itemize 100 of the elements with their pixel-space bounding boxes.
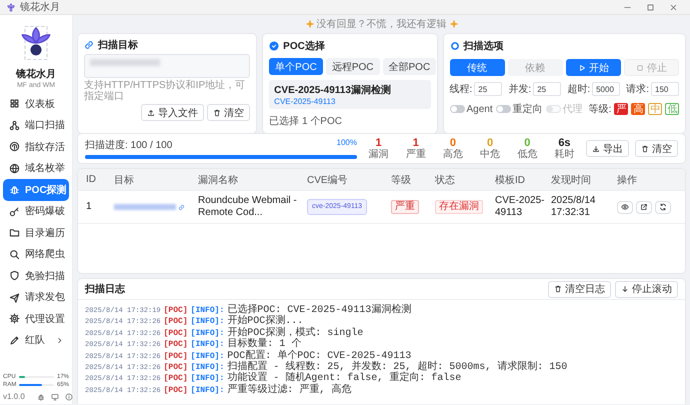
- severity-tag: 严重: [391, 200, 419, 214]
- clear-log-button[interactable]: 清空日志: [548, 280, 611, 298]
- import-file-button[interactable]: 导入文件: [141, 104, 204, 121]
- sidebar-item[interactable]: POC探测: [3, 179, 69, 200]
- panel-title: 扫描日志: [85, 282, 125, 296]
- poc-id: CVE-2025-49113: [274, 97, 336, 106]
- table-cell-text: 1: [86, 201, 93, 213]
- bug-icon: [9, 184, 20, 196]
- app-logo-icon: [6, 2, 16, 12]
- toggle-switch[interactable]: [496, 105, 511, 113]
- column-header: 发现时间: [551, 174, 592, 186]
- column-header: 操作: [617, 174, 638, 186]
- view-button[interactable]: [617, 200, 633, 214]
- log-message: 开始POC探测...: [227, 314, 304, 328]
- trash-icon: [641, 144, 650, 152]
- sidebar-item[interactable]: 仪表板: [3, 93, 69, 114]
- field-label: 等级:: [588, 103, 612, 116]
- clear-button[interactable]: 清空: [207, 104, 250, 121]
- stat-value: 1: [412, 138, 419, 148]
- search-icon: [9, 248, 20, 260]
- arrow-down-icon: [621, 285, 629, 293]
- number-input-field[interactable]: 150: [651, 82, 679, 96]
- open-external-button[interactable]: [636, 200, 652, 214]
- poc-mode-tab[interactable]: 单个POC: [269, 58, 323, 75]
- selected-poc-item[interactable]: CVE-2025-49113漏洞检测 CVE-2025-49113: [269, 80, 430, 109]
- log-module: [POC]: [164, 386, 188, 395]
- log-level: [INFO]:: [190, 306, 224, 315]
- stat-value: 0: [450, 138, 456, 148]
- send-icon: [9, 292, 20, 303]
- stat-label: 中危: [480, 148, 500, 160]
- info-icon: [64, 392, 73, 400]
- column-header: 目标: [114, 174, 135, 186]
- trash-icon: [554, 285, 562, 293]
- globe-icon: [9, 162, 20, 174]
- column-header: 状态: [435, 174, 456, 186]
- stat-value: 6s: [558, 138, 571, 148]
- log-message: 功能设置 - 随机Agent: false, 重定向: false: [227, 371, 462, 384]
- card-title: POC选择: [283, 40, 325, 53]
- toggle-label: 代理: [562, 103, 583, 116]
- number-input-field[interactable]: 5000: [592, 82, 620, 96]
- severity-chip[interactable]: 严: [614, 103, 628, 115]
- toggle-label: Agent: [466, 104, 493, 114]
- window-title: 镜花水月: [20, 0, 60, 14]
- poc-mode-tab[interactable]: 全部POC: [382, 58, 436, 75]
- log-level: [INFO]:: [190, 317, 224, 326]
- sidebar-item[interactable]: 免验扫描: [3, 265, 69, 286]
- export-button[interactable]: 导出: [586, 140, 630, 157]
- sidebar-item[interactable]: 指纹存活: [3, 136, 69, 158]
- progress-percent: 100%: [336, 138, 357, 149]
- app-name: 镜花水月: [16, 68, 56, 81]
- number-input-field[interactable]: 25: [533, 82, 562, 96]
- log-level: [INFO]:: [190, 362, 224, 372]
- fingerprint-icon: [9, 141, 20, 152]
- folder-icon: [9, 227, 20, 238]
- poc-mode-tab[interactable]: 远程POC: [326, 58, 380, 75]
- close-button[interactable]: [669, 2, 678, 12]
- bug-icon: [36, 392, 45, 400]
- sidebar-item[interactable]: 目录遍历: [3, 222, 69, 244]
- log-message: 已选择POC: CVE-2025-49113漏洞检测: [227, 302, 412, 316]
- field-label: 请求:: [626, 82, 649, 96]
- sidebar-item[interactable]: 域名枚举: [3, 158, 69, 179]
- check-circle-icon: [269, 41, 280, 51]
- progress-label: 扫描进度: 100 / 100: [85, 138, 172, 152]
- dashboard-icon: [9, 98, 20, 110]
- stat-label: 低危: [517, 148, 538, 160]
- stop-icon: [636, 64, 644, 72]
- refresh-button[interactable]: [655, 200, 671, 214]
- column-header: 等级: [391, 174, 412, 186]
- ring-icon: [450, 41, 460, 51]
- log-module: [POC]: [164, 317, 188, 326]
- eye-icon: [621, 203, 629, 211]
- sidebar-item[interactable]: 密码爆破: [3, 200, 69, 222]
- sidebar-item[interactable]: 网络爬虫: [3, 244, 69, 265]
- log-module: [POC]: [164, 352, 188, 361]
- log-level: [INFO]:: [190, 386, 224, 395]
- start-button[interactable]: 开始: [566, 59, 621, 76]
- sidebar-item[interactable]: 红队: [3, 330, 69, 351]
- stat-label: 严重: [406, 148, 426, 160]
- settings-icon: [9, 313, 20, 324]
- stop-scroll-button[interactable]: 停止滚动: [615, 280, 678, 298]
- sidebar-item[interactable]: 代理设置: [3, 308, 69, 330]
- target-input-field[interactable]: [84, 54, 250, 78]
- sidebar-item[interactable]: 请求发包: [3, 286, 69, 308]
- sidebar-item[interactable]: 端口扫描: [3, 114, 69, 136]
- link-icon: [178, 204, 185, 210]
- log-level: [INFO]:: [190, 352, 224, 361]
- monitor-icon: [50, 392, 59, 400]
- toggle-switch[interactable]: [450, 105, 464, 113]
- key-icon: [9, 206, 20, 217]
- stat-value: 1: [376, 138, 382, 148]
- hint-text: 支持HTTP/HTTPS协议和IP地址，可指定端口: [84, 80, 246, 102]
- field-label: 超时:: [567, 82, 590, 96]
- scan-mode-tab[interactable]: 传统: [450, 59, 505, 76]
- number-input-field[interactable]: 25: [474, 82, 502, 96]
- maximize-button[interactable]: [646, 2, 655, 12]
- log-message: 目标数量: 1 个: [227, 336, 302, 350]
- clear-button[interactable]: 清空: [635, 140, 678, 157]
- slogan-text: 没有回显？不慌，我还有逻辑: [316, 18, 446, 30]
- upload-icon: [147, 108, 156, 116]
- column-header: 漏洞名称: [198, 174, 239, 186]
